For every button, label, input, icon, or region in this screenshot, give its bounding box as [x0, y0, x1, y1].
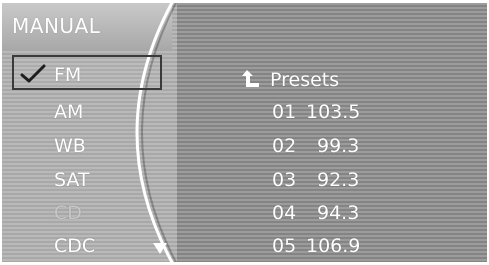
band-item-fm[interactable]: FM [54, 64, 81, 86]
radio-source-screen: MANUAL FM AM WB SAT CD CDC Presets 01 10… [2, 3, 487, 262]
check-icon [20, 64, 46, 83]
preset-frequency: 99.3 [317, 135, 360, 157]
band-item-cd: CD [54, 202, 82, 224]
preset-frequency: 94.3 [317, 202, 360, 224]
band-item-sat[interactable]: SAT [54, 169, 90, 191]
preset-frequency: 92.3 [317, 169, 360, 191]
preset-number: 04 [272, 202, 297, 224]
scroll-down-triangle-icon[interactable] [152, 241, 168, 255]
band-item-wb[interactable]: WB [54, 135, 86, 157]
preset-number: 02 [272, 135, 297, 157]
band-item-cdc[interactable]: CDC [54, 235, 95, 257]
preset-frequency: 103.5 [306, 101, 361, 123]
preset-number: 05 [272, 235, 297, 257]
band-item-am[interactable]: AM [54, 101, 83, 123]
presets-header[interactable]: Presets [270, 69, 339, 91]
preset-frequency: 106.9 [306, 235, 361, 257]
back-arrow-icon[interactable] [239, 68, 261, 90]
preset-number: 03 [272, 169, 297, 191]
preset-number: 01 [272, 101, 297, 123]
